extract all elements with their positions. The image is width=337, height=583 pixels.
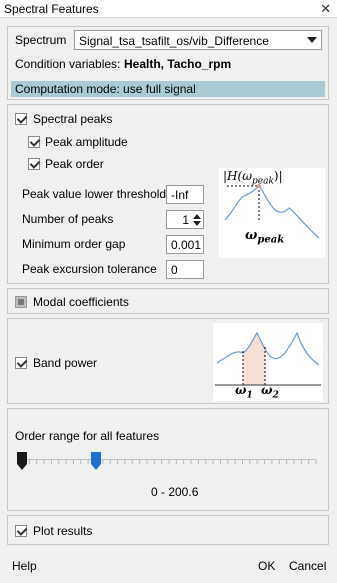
help-button[interactable]: Help	[12, 559, 37, 573]
modal-coefficients-panel: Modal coefficients	[7, 288, 329, 314]
num-peaks-value: 1	[182, 213, 189, 227]
window-title: Spectral Features	[4, 2, 99, 16]
order-range-label: Order range for all features	[15, 429, 160, 443]
ok-button[interactable]: OK	[258, 559, 275, 573]
band-w1-label: ω1	[235, 383, 253, 400]
peak-w-label: ωpeak	[245, 228, 284, 246]
spin-down-icon[interactable]	[193, 221, 201, 226]
close-icon[interactable]: ✕	[320, 1, 331, 17]
min-gap-value: 0.001	[171, 238, 202, 252]
peak-amplitude-label: Peak amplitude	[45, 135, 128, 149]
band-w2-label: ω2	[261, 383, 279, 400]
title-bar: Spectral Features ✕	[0, 0, 337, 18]
spectrum-label: Spectrum	[15, 33, 67, 47]
peak-w-text: ω	[245, 228, 258, 243]
band-fill	[243, 333, 265, 385]
band-power-label: Band power	[33, 356, 98, 370]
band-w2-sub: 2	[272, 390, 279, 401]
peak-h-label: |H(ωpeak)|	[223, 169, 283, 186]
threshold-label: Peak value lower threshold	[22, 187, 167, 201]
peak-w-sub: peak	[257, 234, 285, 246]
spectrum-select[interactable]: Signal_tsa_tsafilt_os/vib_Difference	[74, 30, 322, 50]
tick-marks	[21, 460, 317, 464]
band-power-illustration: ω1 ω2	[213, 323, 323, 401]
modal-coefficients-checkbox[interactable]	[15, 296, 27, 308]
condition-variables-label: Condition variables:	[15, 57, 121, 71]
spectrum-panel: Spectrum Signal_tsa_tsafilt_os/vib_Diffe…	[7, 26, 329, 100]
threshold-value: -Inf	[171, 188, 189, 202]
min-gap-input[interactable]: 0.001	[166, 235, 204, 254]
chevron-down-icon	[307, 37, 317, 43]
peak-h-text: |H(ω	[223, 169, 252, 183]
band-curve	[216, 331, 320, 366]
spectral-peaks-checkbox[interactable]	[15, 113, 27, 125]
range-low-handle[interactable]	[16, 451, 28, 471]
order-range-ticks	[21, 460, 317, 464]
spin-up-icon[interactable]	[193, 214, 201, 219]
cancel-button[interactable]: Cancel	[289, 559, 326, 573]
peak-order-label: Peak order	[45, 157, 104, 171]
order-range-value: 0 - 200.6	[151, 485, 199, 499]
spectral-peaks-label: Spectral peaks	[33, 112, 113, 126]
modal-coefficients-label: Modal coefficients	[33, 295, 129, 309]
range-high-handle[interactable]	[90, 451, 102, 471]
peak-h-end: )|	[273, 169, 283, 183]
excursion-label: Peak excursion tolerance	[22, 262, 157, 276]
band-w1-text: ω	[235, 383, 247, 397]
plot-results-checkbox[interactable]	[15, 525, 27, 537]
num-peaks-stepper[interactable]: 1	[166, 210, 204, 229]
spectrum-select-value: Signal_tsa_tsafilt_os/vib_Difference	[79, 34, 269, 48]
computation-mode-banner: Computation mode: use full signal	[11, 81, 325, 97]
condition-variables-value: Health, Tacho_rpm	[124, 57, 232, 71]
excursion-value: 0	[171, 263, 178, 277]
peak-illustration: |H(ωpeak)| ωpeak	[219, 168, 325, 258]
band-w2-text: ω	[261, 383, 273, 397]
plot-results-panel: Plot results	[7, 515, 329, 545]
spectral-peaks-panel: Spectral peaks Peak amplitude Peak order…	[7, 104, 329, 284]
peak-amplitude-checkbox[interactable]	[28, 136, 40, 148]
computation-mode-text: Computation mode: use full signal	[15, 82, 196, 96]
excursion-input[interactable]: 0	[166, 260, 204, 279]
band-w1-sub: 1	[246, 390, 253, 401]
peak-h-sub: peak	[251, 176, 274, 187]
plot-results-label: Plot results	[33, 524, 93, 538]
peak-order-checkbox[interactable]	[28, 158, 40, 170]
band-power-panel: Band power ω1 ω2	[7, 318, 329, 404]
num-peaks-label: Number of peaks	[22, 212, 114, 226]
min-gap-label: Minimum order gap	[22, 237, 126, 251]
threshold-input[interactable]: -Inf	[166, 185, 204, 204]
band-power-checkbox[interactable]	[15, 357, 27, 369]
order-range-panel: Order range for all features 0 - 200.6	[7, 408, 329, 511]
